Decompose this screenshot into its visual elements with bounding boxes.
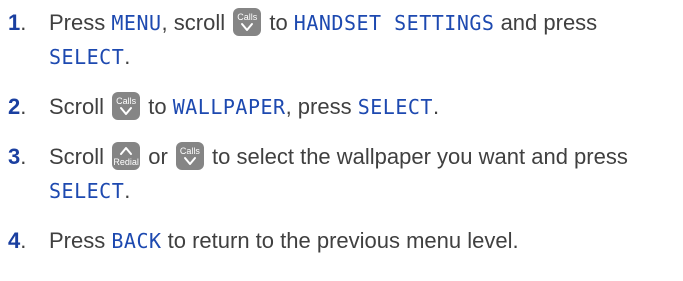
calls-key-icon: Calls [175,142,204,170]
step-4: 4. Press BACK to return to the previous … [0,224,683,258]
lcd-handset-settings-text: HANDSET SETTINGS [293,11,495,35]
step-text: . [432,94,440,119]
calls-key-label: Calls [116,96,137,106]
step-text: , scroll [161,10,232,35]
step-text: , press [285,94,358,119]
step-number: 2. [8,94,27,119]
step-2: 2. Scroll Calls to WALLPAPER, press SELE… [0,90,683,124]
step-number: 1. [8,10,27,35]
lcd-select-text: SELECT [357,95,433,119]
redial-key-label: Redial [113,157,139,167]
calls-key-label: Calls [179,146,200,156]
step-text: . [124,44,131,69]
step-text: to [263,10,294,35]
step-text: to [142,94,173,119]
lcd-back-text: BACK [111,229,162,253]
lcd-menu-text: MENU [111,11,162,35]
lcd-wallpaper-text: WALLPAPER [172,95,286,119]
step-text: . [124,178,131,203]
step-text: and press [494,10,598,35]
calls-key-icon: Calls [233,8,262,36]
lcd-select-text: SELECT [49,45,125,69]
step-text: Press [49,10,112,35]
chevron-down-icon [183,157,196,165]
instruction-list: 1. Press MENU, scroll Calls to HANDSET S… [0,6,683,258]
step-number: 3. [8,144,27,169]
chevron-up-icon [120,147,133,155]
calls-key-label: Calls [237,12,258,22]
step-text: Press [49,228,112,253]
step-number: 4. [8,228,27,253]
step-text: Scroll [49,144,111,169]
step-3: 3. Scroll Redial or Calls to select the … [0,140,683,208]
step-text: to select the wallpaper you want and pre… [205,144,628,169]
step-1: 1. Press MENU, scroll Calls to HANDSET S… [0,6,683,74]
lcd-select-text: SELECT [49,179,125,203]
step-text: or [142,144,174,169]
step-text: Scroll [49,94,111,119]
redial-key-icon: Redial [112,142,141,170]
calls-key-icon: Calls [112,92,141,120]
chevron-down-icon [120,107,133,115]
chevron-down-icon [241,23,254,31]
step-text: to return to the previous menu level. [161,228,519,253]
